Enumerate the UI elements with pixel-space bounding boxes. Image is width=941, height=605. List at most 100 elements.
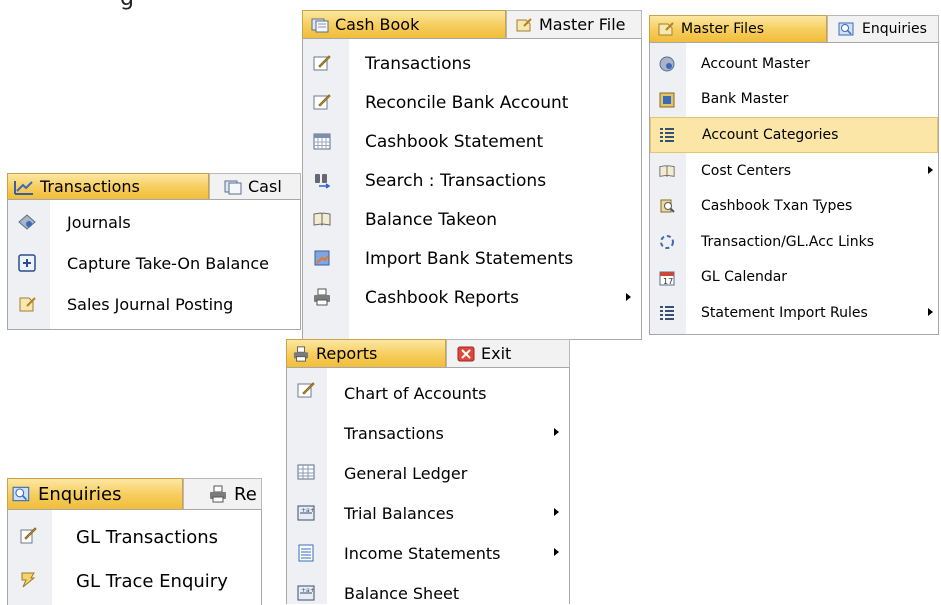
list-icon [660,306,674,321]
tab-cashbook-partial[interactable]: Casl [209,173,301,199]
tab-reports[interactable]: Reports [286,339,446,367]
menu-item-label: Sales Journal Posting [67,295,234,314]
tab-enquiries-active[interactable]: Enquiries [7,478,183,509]
account-master-icon [659,56,675,72]
menu-item-label: Transactions [344,423,444,443]
tab-exit-label: Exit [481,344,512,363]
sales-journal-icon [19,297,36,312]
menu-item-label: Chart of Accounts [344,383,487,403]
book-icon [313,212,331,226]
transactions-menu-tabbar: Transactions Casl [7,173,301,199]
tab-master-file[interactable]: Master File [506,10,642,38]
menu-item-cashbook-statement[interactable]: Cashbook Statement [303,122,641,161]
cashbook-menu-panel: Cash Book Master File Transactions Recon… [302,10,642,340]
menu-item-label: General Ledger [344,463,468,483]
menu-item-import-bank-statements[interactable]: Import Bank Statements [303,239,641,278]
master-files-icon [658,22,674,36]
menu-item-label: GL Transactions [76,526,219,548]
tab-exit[interactable]: Exit [446,339,570,367]
menu-item-label: Cashbook Statement [365,131,544,152]
menu-item-balance-takeon[interactable]: Balance Takeon [303,200,641,239]
menu-item-cashbook-reports[interactable]: Cashbook Reports [303,278,641,317]
menu-item-label: Account Master [701,55,810,72]
menu-item-trial-balances[interactable]: +a+ Trial Balances [287,493,569,533]
tab-reports-label: Reports [316,344,378,363]
menu-item-label: Search : Transactions [365,170,547,191]
tab-master-file-label: Master File [539,15,626,34]
menu-item-chart-of-accounts[interactable]: Chart of Accounts [287,373,569,413]
edit-icon [313,94,331,110]
book-icon [659,164,675,177]
menu-item-label: Income Statements [344,543,501,563]
masterfiles-menu-panel: Master Files Enquiries Account Master Ba… [649,15,939,335]
menu-item-label: Cashbook Txan Types [701,198,853,215]
tab-enquiries[interactable]: Enquiries [827,15,939,42]
gl-transactions-icon [20,527,37,544]
import-icon [314,250,330,266]
menu-item-bank-master[interactable]: Bank Master [650,82,938,118]
link-icon [660,234,674,249]
menu-item-gl-transactions[interactable]: GL Transactions [8,515,261,559]
menu-item-general-ledger[interactable]: General Ledger [287,453,569,493]
enquiries-menu-list: GL Transactions GL Trace Enquiry [7,509,262,605]
ledger-grid-icon [297,464,315,480]
cashbook-icon [224,180,242,194]
masterfiles-menu-list: Account Master Bank Master Account Categ… [649,42,939,335]
menu-item-sales-journal-posting[interactable]: Sales Journal Posting [8,284,300,325]
menu-item-transaction-gl-acc-links[interactable]: Transaction/GL.Acc Links [650,224,938,260]
menu-item-balance-sheet[interactable]: +a+ Balance Sheet [287,573,569,604]
menu-item-gl-calendar[interactable]: 17 GL Calendar [650,260,938,296]
menu-item-account-master[interactable]: Account Master [650,46,938,82]
magnifier-icon [660,199,675,214]
tab-cash-book[interactable]: Cash Book [302,10,506,38]
svg-text:+a+: +a+ [301,587,315,594]
enquiries-menu-tabbar: Enquiries Re [7,478,262,509]
master-files-icon [516,17,532,31]
menu-item-journals[interactable]: Journals [8,202,300,243]
menu-item-reports-transactions[interactable]: Transactions [287,413,569,453]
reports-menu-panel: Reports Exit Chart of Accounts Transacti… [286,339,570,604]
printer-icon [314,288,330,306]
menu-item-label: Trial Balances [344,503,454,523]
menu-item-label: Statement Import Rules [701,304,868,321]
reports-menu-list: Chart of Accounts Transactions General L… [286,367,570,604]
enquiries-menu-panel: Enquiries Re GL Transactions GL Trace En… [7,478,262,605]
menu-item-cashbook-transactions[interactable]: Transactions [303,44,641,83]
calendar-grid-icon [313,133,331,150]
tab-master-files[interactable]: Master Files [649,15,827,42]
transactions-icon [14,180,33,195]
tab-reports-partial[interactable]: Re [183,478,262,509]
edit-icon [297,382,315,398]
svg-text:17: 17 [663,277,673,286]
cashbook-icon [311,18,329,32]
masterfiles-menu-tabbar: Master Files Enquiries [649,15,939,42]
menu-item-cashbook-txan-types[interactable]: Cashbook Txan Types [650,188,938,224]
menu-item-capture-take-on-balance[interactable]: Capture Take-On Balance [8,243,300,284]
transactions-menu-list: Journals Capture Take-On Balance Sales J… [7,199,301,330]
list-icon [660,128,674,143]
menu-item-statement-import-rules[interactable]: Statement Import Rules [650,295,938,331]
menu-item-cost-centers[interactable]: Cost Centers [650,153,938,189]
menu-item-gl-trace-enquiry[interactable]: GL Trace Enquiry [8,559,261,603]
menu-item-label: Transactions [365,53,472,74]
enquiries-icon [12,486,30,502]
menu-item-label: Balance Sheet [344,583,460,603]
tab-transactions-label: Transactions [40,177,140,196]
menu-item-label: GL Calendar [701,269,788,286]
printer-icon [293,345,309,362]
tab-cash-book-label: Cash Book [335,15,420,34]
submenu-arrow-icon [554,548,559,556]
menu-item-account-categories[interactable]: Account Categories [650,117,938,153]
menu-item-label: GL Trace Enquiry [76,570,228,592]
menu-item-label: Journals [67,213,131,232]
bank-master-icon [659,92,675,108]
menu-item-search-transactions[interactable]: Search : Transactions [303,161,641,200]
menu-item-label: Cost Centers [701,162,791,179]
menu-item-income-statements[interactable]: Income Statements [287,533,569,573]
tab-transactions[interactable]: Transactions [7,173,209,199]
gl-trace-icon [21,572,36,588]
balance-icon: +a+ [297,505,315,521]
menu-item-label: Reconcile Bank Account [365,92,569,113]
enquiries-icon [838,22,854,36]
menu-item-reconcile-bank-account[interactable]: Reconcile Bank Account [303,83,641,122]
